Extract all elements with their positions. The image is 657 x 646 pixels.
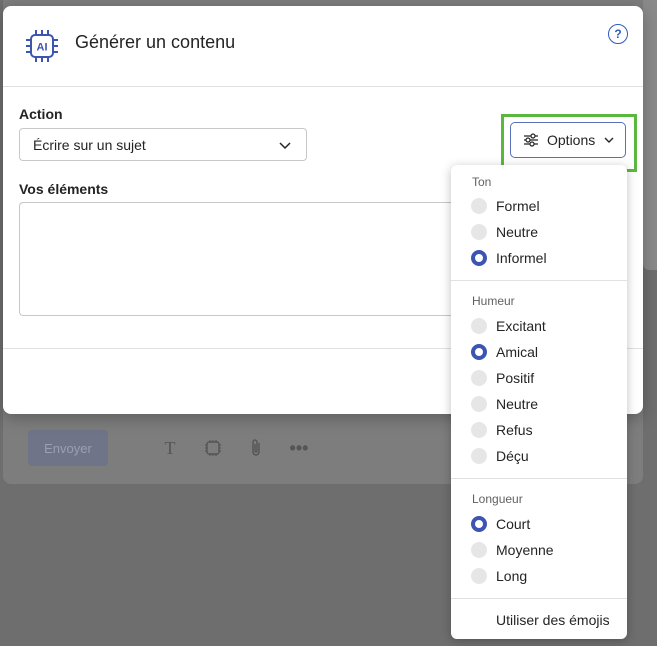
- group-title-longueur: Longueur: [472, 492, 523, 506]
- option-label: Long: [496, 568, 528, 584]
- option-neutre-ton[interactable]: Neutre: [471, 222, 538, 242]
- option-decu[interactable]: Déçu: [471, 446, 529, 466]
- background-right-panel: [643, 0, 657, 270]
- options-button[interactable]: Options: [510, 122, 626, 158]
- option-refus[interactable]: Refus: [471, 420, 533, 440]
- sliders-icon: [524, 133, 538, 147]
- chevron-down-icon: [604, 137, 614, 143]
- option-moyenne[interactable]: Moyenne: [471, 540, 554, 560]
- ai-chip-icon[interactable]: [202, 437, 224, 459]
- radio-icon: [471, 370, 487, 386]
- radio-icon: [471, 198, 487, 214]
- option-positif[interactable]: Positif: [471, 368, 534, 388]
- option-long[interactable]: Long: [471, 566, 527, 586]
- option-label: Neutre: [496, 224, 539, 240]
- text-format-icon[interactable]: T: [159, 437, 181, 459]
- option-label: Moyenne: [496, 542, 554, 558]
- option-amical[interactable]: Amical: [471, 342, 538, 362]
- action-select[interactable]: Écrire sur un sujet: [19, 128, 307, 161]
- radio-selected-icon: [471, 344, 487, 360]
- elements-textarea[interactable]: [19, 202, 459, 316]
- option-formel[interactable]: Formel: [471, 196, 540, 216]
- group-title-ton: Ton: [472, 175, 492, 189]
- radio-icon: [471, 396, 487, 412]
- chevron-down-icon: [279, 142, 291, 150]
- option-label: Neutre: [496, 396, 539, 412]
- use-emojis-option[interactable]: Utiliser des émojis: [496, 612, 610, 628]
- action-select-value: Écrire sur un sujet: [33, 136, 146, 153]
- radio-icon: [471, 448, 487, 464]
- group-title-humeur: Humeur: [472, 294, 515, 308]
- help-icon[interactable]: ?: [608, 24, 628, 44]
- option-neutre-humeur[interactable]: Neutre: [471, 394, 538, 414]
- option-excitant[interactable]: Excitant: [471, 316, 546, 336]
- option-court[interactable]: Court: [471, 514, 530, 534]
- option-label: Déçu: [496, 448, 529, 464]
- divider: [3, 86, 643, 87]
- option-label: Refus: [496, 422, 533, 438]
- radio-selected-icon: [471, 516, 487, 532]
- menu-separator: [451, 478, 627, 479]
- menu-separator: [451, 280, 627, 281]
- radio-icon: [471, 318, 487, 334]
- option-label: Formel: [496, 198, 540, 214]
- send-button[interactable]: Envoyer: [28, 430, 108, 466]
- action-label: Action: [19, 106, 63, 122]
- more-icon[interactable]: •••: [288, 437, 310, 459]
- dialog-title: Générer un contenu: [75, 32, 236, 52]
- options-button-label: Options: [547, 132, 596, 148]
- elements-label: Vos éléments: [19, 181, 109, 197]
- options-menu: Ton Formel Neutre Informel Humeur Excita…: [451, 165, 627, 639]
- option-label: Excitant: [496, 318, 546, 334]
- option-informel[interactable]: Informel: [471, 248, 547, 268]
- option-label: Positif: [496, 370, 535, 386]
- radio-icon: [471, 542, 487, 558]
- ai-chip-icon: AI: [26, 30, 58, 62]
- radio-selected-icon: [471, 250, 487, 266]
- radio-icon: [471, 224, 487, 240]
- radio-icon: [471, 568, 487, 584]
- radio-icon: [471, 422, 487, 438]
- menu-separator: [451, 598, 627, 599]
- attach-icon[interactable]: [245, 437, 267, 459]
- svg-text:AI: AI: [37, 42, 48, 54]
- option-label: Amical: [496, 344, 539, 360]
- option-label: Informel: [496, 250, 547, 266]
- option-label: Court: [496, 516, 531, 532]
